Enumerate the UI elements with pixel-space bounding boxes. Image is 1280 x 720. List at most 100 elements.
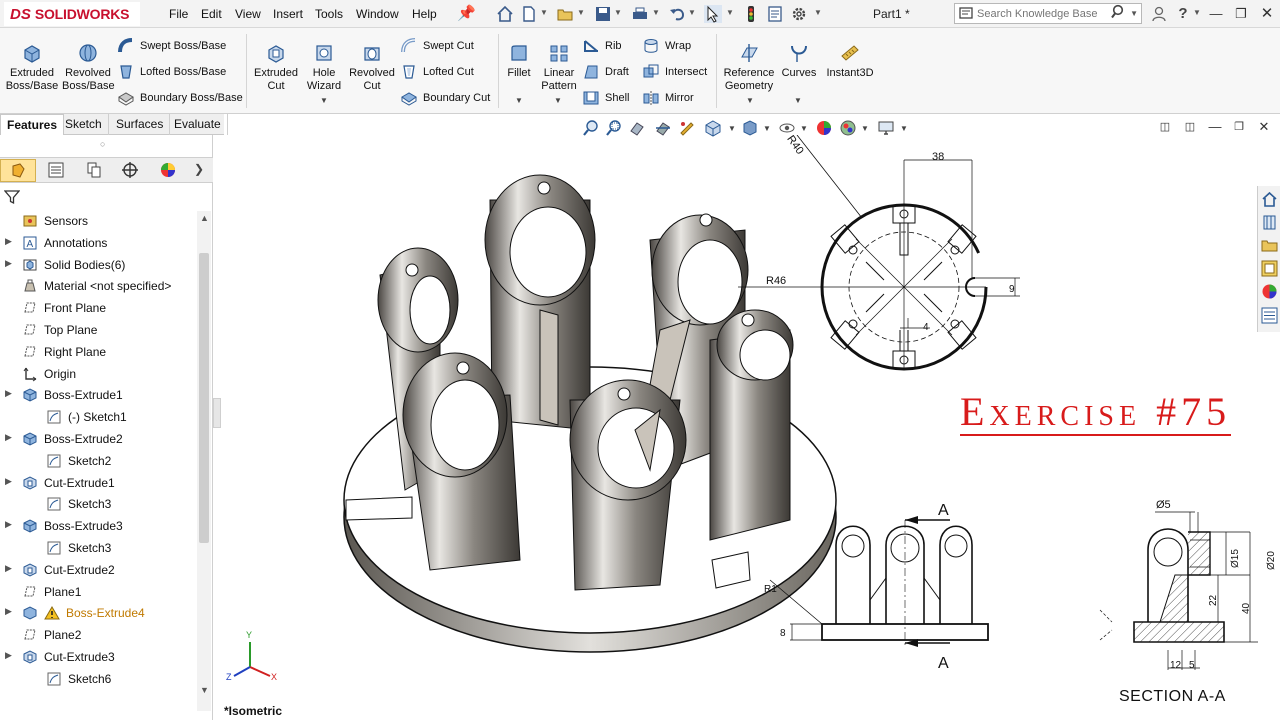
collapse-panel-left-icon[interactable]: ◫ bbox=[1154, 117, 1176, 137]
tree-item[interactable]: (-) Sketch1 bbox=[0, 407, 196, 427]
undo-icon[interactable] bbox=[668, 5, 686, 23]
home-icon[interactable] bbox=[496, 5, 514, 23]
print-icon[interactable] bbox=[631, 5, 649, 23]
tree-item[interactable]: ▶ Cut-Extrude1 bbox=[0, 473, 196, 493]
part-3d-model[interactable] bbox=[343, 174, 837, 653]
scroll-down-icon[interactable]: ▼ bbox=[200, 685, 209, 695]
reference-geometry-caret-icon[interactable]: ▼ bbox=[746, 96, 754, 105]
extruded-cut-button[interactable]: Extruded Cut bbox=[252, 42, 300, 93]
lofted-cut-button[interactable]: Lofted Cut bbox=[400, 62, 474, 82]
shell-button[interactable]: Shell bbox=[582, 88, 629, 108]
user-account-icon[interactable] bbox=[1150, 5, 1168, 23]
tree-item[interactable]: ▶ Cut-Extrude3 bbox=[0, 647, 196, 667]
options-gear-icon[interactable] bbox=[790, 5, 808, 23]
swept-boss-button[interactable]: Swept Boss/Base bbox=[117, 36, 226, 56]
tree-item[interactable]: ▶ A Annotations bbox=[0, 233, 196, 253]
select-caret-icon[interactable]: ▼ bbox=[726, 8, 734, 17]
restore-window-icon[interactable]: ❐ bbox=[1230, 4, 1252, 24]
hole-wizard-caret-icon[interactable]: ▼ bbox=[320, 96, 328, 105]
tree-item[interactable]: Right Plane bbox=[0, 342, 196, 362]
apply-scene-caret-icon[interactable]: ▼ bbox=[861, 124, 869, 133]
open-caret-icon[interactable]: ▼ bbox=[577, 8, 585, 17]
menu-edit[interactable]: Edit bbox=[201, 7, 222, 21]
tabs-scroll-right-icon[interactable]: ❯ bbox=[194, 162, 204, 176]
options-caret-icon[interactable]: ▼ bbox=[814, 8, 822, 17]
solidworks-resources-home-icon[interactable] bbox=[1260, 190, 1279, 209]
print-caret-icon[interactable]: ▼ bbox=[652, 8, 660, 17]
menu-view[interactable]: View bbox=[235, 7, 261, 21]
file-explorer-icon[interactable] bbox=[1260, 236, 1279, 255]
display-style-caret-icon[interactable]: ▼ bbox=[763, 124, 771, 133]
tree-item[interactable]: Sketch3 bbox=[0, 538, 196, 558]
search-icon[interactable] bbox=[1111, 4, 1125, 20]
view-orientation-caret-icon[interactable]: ▼ bbox=[728, 124, 736, 133]
tab-configuration-manager[interactable] bbox=[76, 159, 112, 182]
panel-grip-icon[interactable]: ○ bbox=[100, 139, 105, 149]
lofted-boss-button[interactable]: Lofted Boss/Base bbox=[117, 62, 226, 82]
tree-item[interactable]: ▶ Boss-Extrude4 bbox=[0, 603, 196, 623]
feature-tree-scrollbar[interactable]: ▲ ▼ bbox=[197, 211, 211, 711]
tree-item[interactable]: Sketch3 bbox=[0, 494, 196, 514]
solidworks-logo[interactable]: DS SOLIDWORKS bbox=[4, 2, 140, 26]
tab-property-manager[interactable] bbox=[38, 159, 74, 182]
pin-icon[interactable]: 📌 bbox=[457, 5, 476, 23]
expand-arrow-icon[interactable]: ▶ bbox=[5, 476, 12, 487]
search-knowledge-base[interactable]: ▼ bbox=[954, 3, 1142, 24]
appearances-scenes-icon[interactable] bbox=[1260, 282, 1279, 301]
tree-item[interactable]: Sketch6 bbox=[0, 669, 196, 689]
tree-item[interactable]: ▶ Solid Bodies(6) bbox=[0, 255, 196, 275]
close-window-icon[interactable]: ✕ bbox=[1256, 4, 1278, 24]
hide-show-caret-icon[interactable]: ▼ bbox=[800, 124, 808, 133]
rib-button[interactable]: Rib bbox=[582, 36, 622, 56]
help-caret-icon[interactable]: ▼ bbox=[1193, 8, 1201, 17]
design-library-icon[interactable] bbox=[1260, 213, 1279, 232]
tree-item[interactable]: ▶ Boss-Extrude2 bbox=[0, 429, 196, 449]
rebuild-traffic-light-icon[interactable] bbox=[742, 5, 760, 23]
curves-caret-icon[interactable]: ▼ bbox=[794, 96, 802, 105]
reference-geometry-button[interactable]: Reference Geometry bbox=[722, 42, 776, 93]
new-caret-icon[interactable]: ▼ bbox=[540, 8, 548, 17]
tree-item[interactable]: Material <not specified> bbox=[0, 276, 196, 296]
search-caret-icon[interactable]: ▼ bbox=[1130, 9, 1138, 18]
minimize-window-icon[interactable]: — bbox=[1205, 4, 1227, 24]
search-input[interactable] bbox=[977, 6, 1117, 21]
tree-item[interactable]: ▶ Cut-Extrude2 bbox=[0, 560, 196, 580]
instant3d-button[interactable]: Instant3D bbox=[823, 42, 877, 80]
tab-feature-tree[interactable] bbox=[0, 159, 36, 182]
tab-features[interactable]: Features bbox=[0, 114, 65, 135]
fillet-button[interactable]: Fillet bbox=[504, 42, 534, 80]
select-cursor-icon[interactable] bbox=[704, 5, 722, 23]
expand-arrow-icon[interactable]: ▶ bbox=[5, 606, 12, 617]
file-properties-icon[interactable] bbox=[766, 5, 784, 23]
menu-window[interactable]: Window bbox=[356, 7, 399, 21]
scroll-up-icon[interactable]: ▲ bbox=[200, 213, 209, 223]
revolved-boss-button[interactable]: Revolved Boss/Base bbox=[62, 42, 115, 93]
scrollbar-thumb[interactable] bbox=[199, 253, 209, 543]
expand-arrow-icon[interactable]: ▶ bbox=[5, 432, 12, 443]
view-palette-icon[interactable] bbox=[1260, 259, 1279, 278]
document-close-icon[interactable]: ✕ bbox=[1253, 117, 1275, 137]
revolved-cut-button[interactable]: Revolved Cut bbox=[348, 42, 396, 93]
open-folder-icon[interactable] bbox=[556, 5, 574, 23]
tree-item[interactable]: Origin bbox=[0, 364, 196, 384]
linear-pattern-button[interactable]: Linear Pattern bbox=[538, 42, 580, 93]
undo-caret-icon[interactable]: ▼ bbox=[688, 8, 696, 17]
tree-item[interactable]: ▶ Boss-Extrude1 bbox=[0, 385, 196, 405]
tab-evaluate[interactable]: Evaluate bbox=[168, 114, 228, 135]
save-icon[interactable] bbox=[594, 5, 612, 23]
help-question-icon[interactable]: ? bbox=[1174, 5, 1192, 23]
expand-arrow-icon[interactable]: ▶ bbox=[5, 236, 12, 247]
document-restore-icon[interactable]: ❐ bbox=[1228, 117, 1250, 137]
tree-item[interactable]: Plane2 bbox=[0, 625, 196, 645]
wrap-button[interactable]: Wrap bbox=[642, 36, 691, 56]
boundary-cut-button[interactable]: Boundary Cut bbox=[400, 88, 490, 108]
menu-help[interactable]: Help bbox=[412, 7, 437, 21]
filter-funnel-icon[interactable] bbox=[4, 189, 20, 205]
expand-arrow-icon[interactable]: ▶ bbox=[5, 650, 12, 661]
view-settings-caret-icon[interactable]: ▼ bbox=[900, 124, 908, 133]
draft-button[interactable]: Draft bbox=[582, 62, 629, 82]
curves-button[interactable]: Curves bbox=[780, 42, 818, 80]
save-caret-icon[interactable]: ▼ bbox=[614, 8, 622, 17]
expand-arrow-icon[interactable]: ▶ bbox=[5, 563, 12, 574]
tab-display-manager[interactable] bbox=[150, 159, 186, 182]
